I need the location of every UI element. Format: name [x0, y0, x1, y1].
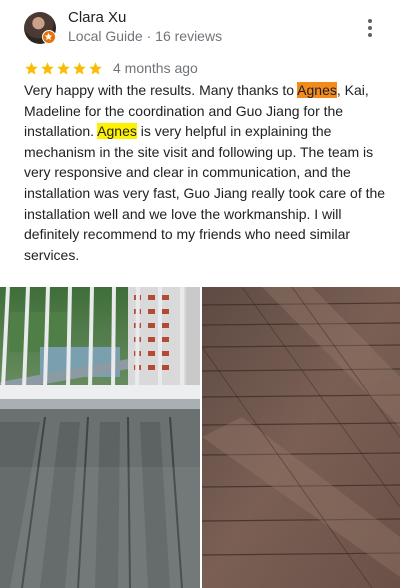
- star-icon: [73, 61, 86, 74]
- rating-row: 4 months ago: [24, 58, 198, 78]
- highlighted-term: Agnes: [97, 123, 137, 140]
- review-photos: [0, 287, 400, 588]
- review-time: 4 months ago: [113, 60, 198, 76]
- star-icon: [25, 61, 38, 74]
- more-vertical-icon[interactable]: [360, 16, 380, 40]
- author-subtitle[interactable]: Local Guide · 16 reviews: [68, 28, 222, 44]
- balcony-decking-photo[interactable]: [0, 287, 200, 588]
- review-text: Very happy with the results. Many thanks…: [24, 80, 386, 265]
- star-rating: [24, 61, 103, 76]
- author-name[interactable]: Clara Xu: [68, 9, 126, 26]
- local-guide-badge-icon: [42, 30, 56, 44]
- review-header: Clara Xu Local Guide · 16 reviews: [0, 0, 400, 56]
- star-icon: [57, 61, 70, 74]
- highlighted-term: Agnes: [297, 82, 337, 98]
- star-icon: [41, 61, 54, 74]
- review-text-part: Very happy with the results. Many thanks…: [24, 82, 298, 98]
- review-text-part: is very helpful in explaining the mechan…: [24, 123, 386, 263]
- avatar[interactable]: [24, 12, 56, 44]
- wood-decking-photo[interactable]: [202, 287, 400, 588]
- star-icon: [89, 61, 102, 74]
